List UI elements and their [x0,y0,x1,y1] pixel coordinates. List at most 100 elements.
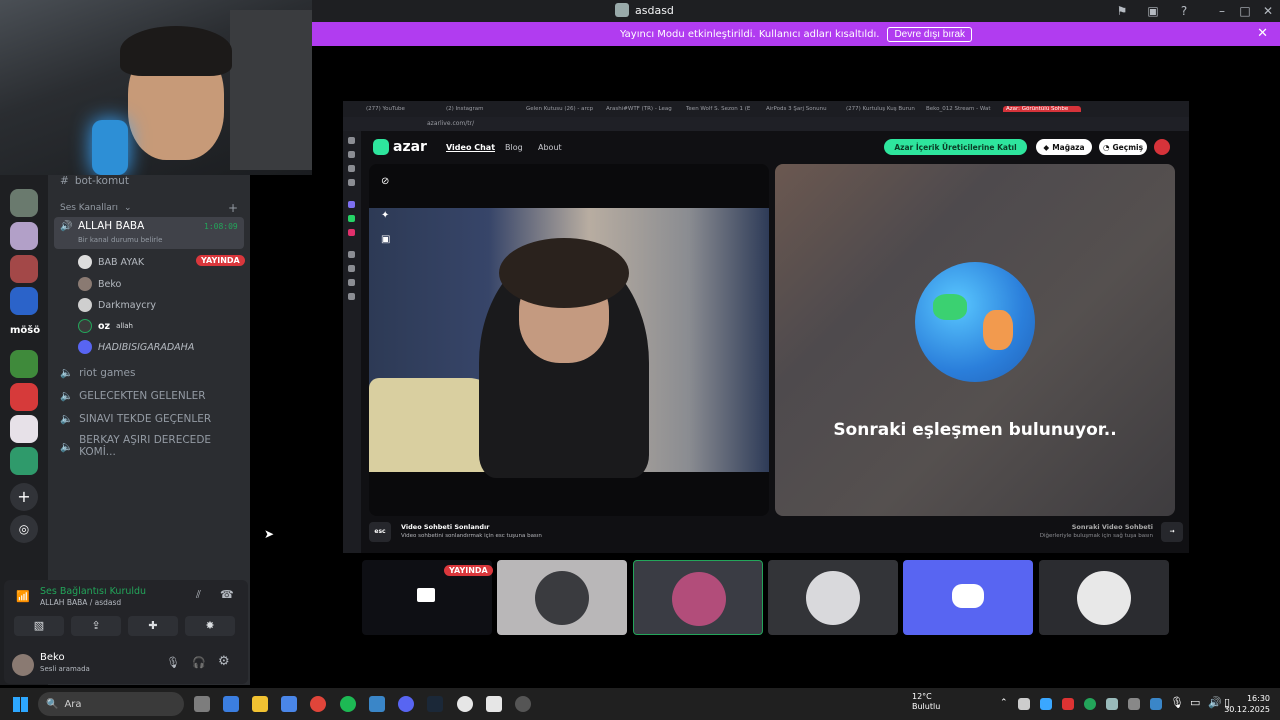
server-icon[interactable] [10,350,38,378]
avatar[interactable] [12,654,34,676]
effects-icon[interactable]: ✦ [381,210,389,221]
voice-user[interactable]: BAB AYAK [78,255,144,269]
tray-icon[interactable] [1106,698,1118,710]
channel-bot-komut[interactable]: # bot-komut [60,175,129,187]
sidebar-icon[interactable] [348,137,355,144]
channel-status[interactable]: Bir kanal durumu belirle [78,236,162,244]
stream-tile-user[interactable] [1039,560,1169,635]
volume-icon[interactable]: 🔊 [1208,696,1222,709]
tray-icon[interactable] [1018,698,1030,710]
close-banner-icon[interactable]: ✕ [1257,26,1268,41]
voice-category-header[interactable]: Ses Kanalları ⌄ [60,203,132,213]
headphones-icon[interactable]: 🎧 [192,656,206,669]
spotify-icon[interactable] [340,696,356,712]
settings-icon[interactable] [348,293,355,300]
close-icon[interactable]: ✕ [1261,4,1275,18]
server-icon[interactable] [10,447,38,475]
inbox-icon[interactable]: ▣ [1146,4,1160,18]
tray-icon[interactable] [1040,698,1052,710]
app-icon[interactable] [486,696,502,712]
address-bar[interactable]: azarlive.com/tr/ [343,117,1189,131]
history-button[interactable]: ◔ Geçmiş [1099,139,1147,155]
server-icon[interactable] [10,255,38,283]
connection-status[interactable]: Ses Bağlantısı Kuruldu [40,586,146,597]
disable-streamer-mode-button[interactable]: Devre dışı bırak [887,26,973,42]
network-icon[interactable]: ▭ [1190,696,1200,709]
tab[interactable]: Teen Wolf S. Sezon 1 (E [683,106,761,112]
tab[interactable]: Beko_012 Stream - Wat [923,106,1001,112]
obs-icon[interactable] [457,696,473,712]
server-icon[interactable] [10,383,38,411]
channel-berkay[interactable]: 🔈 BERKAY AŞIRI DERECEDE KOMİ... [60,434,250,458]
add-server-icon[interactable]: + [10,483,38,511]
server-icon[interactable] [10,189,38,217]
disconnect-icon[interactable]: ☎ [220,588,234,601]
tab-active[interactable]: Azar: Görüntülü Sohbe [1003,106,1081,112]
sidebar-icon[interactable] [348,201,355,208]
whatsapp-icon[interactable] [348,215,355,222]
copilot-icon[interactable] [223,696,239,712]
sidebar-icon[interactable] [348,251,355,258]
minimize-icon[interactable]: – [1215,4,1229,18]
clock[interactable]: 16:30 30.12.2025 [1224,693,1270,715]
sidebar-icon[interactable] [348,265,355,272]
chevron-up-icon[interactable]: ⌃ [1000,698,1008,708]
add-channel-icon[interactable]: + [228,201,238,215]
tab[interactable]: (277) Kurtuluş Kuş Burun [843,106,921,112]
voice-user[interactable]: oz allah [78,319,133,333]
azar-logo[interactable]: azar [373,139,427,155]
explore-icon[interactable]: ◎ [10,515,38,543]
tray-icon[interactable] [1128,698,1140,710]
stream-tile-user[interactable] [497,560,627,635]
stream-tile-screen[interactable]: YAYINDA [362,560,493,635]
tab[interactable]: (2) Instagram [443,106,521,112]
filter-icon[interactable]: ▣ [381,234,390,245]
tray-icon[interactable] [1062,698,1074,710]
soundboard-button[interactable]: ✸ [185,616,235,636]
taskbar-search[interactable]: 🔍 Ara [38,692,184,716]
profile-avatar[interactable] [1154,139,1170,155]
stream-tile-user[interactable] [768,560,898,635]
weather-widget[interactable]: 12°C Bulutlu [892,692,940,712]
maximize-icon[interactable]: □ [1238,4,1252,18]
stream-tile-user[interactable] [903,560,1033,635]
sidebar-icon[interactable] [348,279,355,286]
esc-key[interactable]: esc [369,522,391,542]
microphone-icon[interactable]: 🎙 [1170,696,1184,709]
channel-sinavi-tekde[interactable]: 🔈 SINAVI TEKDE GEÇENLER [60,412,211,426]
channel-riot-games[interactable]: 🔈 riot games [60,366,135,380]
tab[interactable]: (277) YouTube [363,106,441,112]
next-arrow-icon[interactable]: → [1161,522,1183,542]
task-view-icon[interactable] [194,696,210,712]
tray-icon[interactable] [1084,698,1096,710]
server-label[interactable]: möšö [10,325,40,336]
server-icon[interactable] [10,287,38,315]
discord-icon[interactable] [398,696,414,712]
tab[interactable]: AirPods 3 Şarj Sonunu [763,106,841,112]
nav-about[interactable]: About [538,143,562,152]
server-icon[interactable] [10,222,38,250]
stream-tile-user-speaking[interactable] [633,560,763,635]
settings-icon[interactable]: ⚙ [218,654,230,669]
nav-video-chat[interactable]: Video Chat [446,143,495,152]
activities-button[interactable]: ✚ [128,616,178,636]
camera-off-button[interactable]: ▧ [14,616,64,636]
tray-icon[interactable] [1150,698,1162,710]
store-button[interactable]: ◆ Mağaza [1036,139,1092,155]
creator-program-button[interactable]: Azar İçerik Üreticilerine Katıl [884,139,1027,155]
voice-user[interactable]: Beko [78,277,121,291]
app-icon[interactable] [515,696,531,712]
noise-suppression-icon[interactable]: ⫽ [196,588,201,602]
file-explorer-icon[interactable] [252,696,268,712]
sidebar-icon[interactable] [348,151,355,158]
flag-icon[interactable]: ⚑ [1115,4,1129,18]
windows-start-icon[interactable] [13,697,28,712]
sidebar-icon[interactable] [348,179,355,186]
tab[interactable]: Arashi#WTF (TR) - Leag [603,106,681,112]
nav-blog[interactable]: Blog [505,143,523,152]
store-icon[interactable] [281,696,297,712]
instagram-icon[interactable] [348,229,355,236]
app-icon[interactable] [369,696,385,712]
tab[interactable]: Gelen Kutusu (26) - arcp [523,106,601,112]
help-icon[interactable]: ? [1177,4,1191,18]
